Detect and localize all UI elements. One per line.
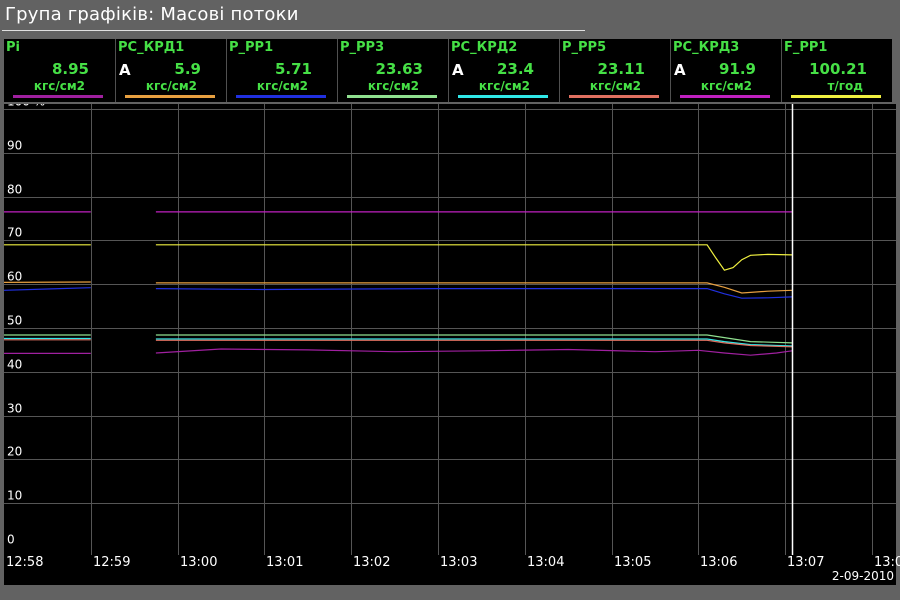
series-line [155,244,793,271]
tile-unit: кгс/см2 [145,79,197,93]
tile-mode: A [119,61,131,79]
tile-unit: кгс/см2 [700,79,752,93]
tile-p-pp1[interactable]: P_PP1 5.71 кгс/см2 [226,39,333,102]
series-line [155,288,793,299]
tile-color-bar [125,95,215,98]
window-title: Група графіків: Масові потоки [5,4,299,25]
tile-value: 91.9 [718,60,756,78]
tile-name: PC_КРД2 [451,40,518,55]
trend-chart[interactable]: 0 10 20 30 40 50 60 70 80 90 100 % [4,104,896,555]
y-tick-label: 90 [7,139,22,153]
tile-color-bar [458,95,548,98]
tile-unit: кгс/см2 [589,79,641,93]
y-tick-label: 100 % [7,104,45,109]
tile-p-pp3[interactable]: P_PP3 23.63 кгс/см2 [337,39,444,102]
tile-unit: кгс/см2 [33,79,85,93]
y-tick-label: 0 [7,533,15,547]
y-tick-label: 60 [7,270,22,284]
tile-name: PC_КРД3 [673,40,740,55]
tile-unit: т/год [827,79,863,93]
value-tiles: Pi 8.95 кгс/см2 PC_КРД1 A 5.9 кгс/см2 P_… [4,39,892,102]
x-tick-label: 13:02 [353,555,391,570]
x-tick-label: 13:00 [180,555,218,570]
y-tick-label: 30 [7,402,22,416]
series-line [155,339,793,348]
tile-value: 23.11 [597,60,645,78]
tile-pc-krd3[interactable]: PC_КРД3 A 91.9 кгс/см2 [670,39,777,102]
tile-name: P_PP1 [229,40,274,55]
tile-value: 23.63 [375,60,423,78]
tile-value: 23.4 [496,60,534,78]
x-tick-label: 13:07 [787,555,825,570]
x-tick-label: 13:01 [266,555,304,570]
x-tick-label: 13:08 [874,555,900,570]
tile-color-bar [569,95,659,98]
tile-color-bar [347,95,437,98]
tile-value: 8.95 [51,60,89,78]
title-underline [2,30,585,31]
tile-color-bar [13,95,103,98]
tile-color-bar [680,95,770,98]
y-tick-label: 70 [7,226,22,240]
tile-p-pp5[interactable]: P_PP5 23.11 кгс/см2 [559,39,666,102]
tile-mode: A [674,61,686,79]
tile-pc-krd2[interactable]: PC_КРД2 A 23.4 кгс/см2 [448,39,555,102]
x-tick-label: 13:04 [527,555,565,570]
tile-value: 5.71 [274,60,312,78]
tile-name: F_PP1 [784,40,828,55]
time-axis: 2-09-2010 12:58 12:59 13:00 13:01 13:02 13:03… [4,555,900,585]
y-tick-label: 50 [7,314,22,328]
tile-name: P_PP5 [562,40,607,55]
trend-chart-canvas[interactable]: 0 10 20 30 40 50 60 70 80 90 100 % [4,104,896,555]
tile-name: P_PP3 [340,40,385,55]
tile-pc-krd1[interactable]: PC_КРД1 A 5.9 кгс/см2 [115,39,222,102]
tile-color-bar [791,95,881,98]
tile-color-bar [236,95,326,98]
series-line [155,348,793,356]
tile-f-pp1[interactable]: F_PP1 100.21 т/год [781,39,888,102]
y-tick-label: 40 [7,358,22,372]
y-tick-label: 20 [7,445,22,459]
x-tick-label: 13:05 [614,555,652,570]
tile-value: 100.21 [809,60,867,78]
chart-date: 2-09-2010 [831,569,894,583]
tile-name: PC_КРД1 [118,40,185,55]
tile-name: Pi [6,40,20,55]
x-tick-label: 12:58 [6,555,44,570]
y-tick-label: 10 [7,489,22,503]
tile-unit: кгс/см2 [478,79,530,93]
tile-value: 5.9 [174,60,201,78]
y-tick-label: 80 [7,183,22,197]
tile-unit: кгс/см2 [256,79,308,93]
tile-unit: кгс/см2 [367,79,419,93]
x-tick-label: 13:06 [700,555,738,570]
tile-mode: A [452,61,464,79]
tile-pi[interactable]: Pi 8.95 кгс/см2 [4,39,110,102]
x-tick-label: 12:59 [93,555,131,570]
series-line [4,287,91,291]
x-tick-label: 13:03 [440,555,478,570]
